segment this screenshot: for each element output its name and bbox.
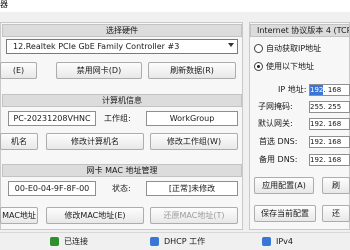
rename-partial-button[interactable]: 机名 — [0, 133, 38, 150]
ip-segment: 192 — [310, 138, 324, 146]
ip-segment: 255 — [310, 103, 324, 111]
workgroup-field[interactable]: WorkGroup — [146, 111, 238, 126]
ip-segment: . 255 — [323, 103, 342, 111]
restore-mac-button[interactable]: 还原MAC地址(T) — [150, 207, 238, 224]
primary-dns-input[interactable]: 192. 168 — [309, 136, 350, 148]
disable-adapter-button[interactable]: 禁用网卡(D) — [56, 62, 142, 79]
mac-partial-button[interactable]: MAC地址 — [0, 207, 38, 224]
workgroup-label: 工作组: — [104, 114, 131, 123]
modify-workgroup-button[interactable]: 修改工作组(W) — [150, 133, 238, 150]
network-connected-icon — [50, 237, 59, 246]
ip-segment: . 168 — [323, 156, 342, 164]
ip-segment: 192 — [310, 156, 324, 164]
computer-section-header: 计算机信息 — [2, 94, 242, 107]
manual-ip-label[interactable]: 使用以下地址 — [266, 62, 314, 72]
ipv4-status: IPv4 — [276, 237, 294, 246]
subnet-mask-label: 子网掩码: — [258, 102, 293, 111]
auto-ip-label[interactable]: 自动获取IP地址 — [266, 44, 321, 54]
rename-computer-button[interactable]: 修改计算机名 — [46, 133, 144, 150]
computer-name-field[interactable]: PC-20231208VHNC — [8, 111, 96, 126]
ip-section-header: Internet 协议版本 4 (TCP — [250, 24, 350, 37]
secondary-dns-input[interactable]: 192. 168 — [309, 154, 350, 166]
adapter-section-header: 选择硬件 — [2, 24, 242, 37]
manual-ip-radio[interactable] — [254, 62, 263, 71]
subnet-mask-input[interactable]: 255. 255 — [309, 101, 350, 113]
chevron-down-icon — [228, 43, 234, 47]
window-title: 器 — [0, 0, 8, 9]
gateway-input[interactable]: 192. 168 — [309, 118, 350, 130]
ip-segment: 192 — [310, 120, 324, 128]
ip-segment: . 168 — [323, 86, 342, 94]
enable-adapter-button[interactable]: (E) — [0, 62, 37, 79]
ip-address-input[interactable]: 192. 168 — [309, 84, 350, 96]
auto-ip-radio[interactable] — [254, 44, 263, 53]
dhcp-status: DHCP 工作 — [164, 237, 206, 246]
title-bar: 器 — [0, 0, 350, 12]
mac-status-field: [正常]未修改 — [146, 181, 238, 196]
modify-mac-button[interactable]: 修改MAC地址(E) — [46, 207, 144, 224]
restore-ip-button[interactable]: 还 — [322, 205, 350, 222]
refresh-data-button[interactable]: 刷新数据(R) — [148, 62, 236, 79]
apply-config-button[interactable]: 应用配置(A) — [254, 177, 314, 194]
adapter-select[interactable]: 12.Realtek PCIe GbE Family Controller #3 — [6, 39, 238, 54]
gateway-label: 默认网关: — [258, 119, 293, 128]
ip-address-label: IP 地址: — [278, 85, 307, 94]
adapter-select-value: 12.Realtek PCIe GbE Family Controller #3 — [13, 42, 180, 51]
dhcp-icon — [150, 237, 159, 246]
ipv4-icon — [262, 237, 271, 246]
primary-dns-label: 首选 DNS: — [259, 137, 298, 146]
ip-segment: . 168 — [323, 138, 342, 146]
ip-segment: 192 — [310, 85, 324, 95]
save-config-button[interactable]: 保存当前配置 — [254, 205, 316, 222]
connection-status: 已连接 — [64, 237, 88, 246]
status-bar: 已连接 DHCP 工作 IPv4 — [0, 232, 350, 250]
mac-address-field[interactable]: 00-E0-04-9F-8F-00 — [8, 181, 96, 196]
secondary-dns-label: 备用 DNS: — [259, 155, 298, 164]
mac-section-header: 网卡 MAC 地址管理 — [2, 164, 242, 177]
refresh-ip-button[interactable]: 刷 — [322, 177, 350, 194]
ip-segment: . 168 — [323, 120, 342, 128]
mac-status-label: 状态: — [112, 184, 131, 193]
